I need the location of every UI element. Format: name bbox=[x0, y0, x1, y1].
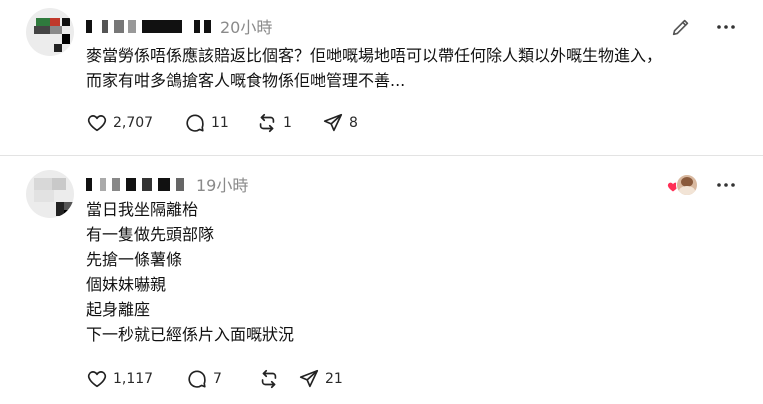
post-header: 20小時 bbox=[86, 14, 272, 38]
share-button[interactable]: 21 bbox=[298, 367, 362, 391]
more-options-button[interactable] bbox=[713, 14, 739, 40]
like-button[interactable]: 2,707 bbox=[86, 111, 184, 135]
heart-icon bbox=[87, 115, 107, 132]
username-redacted[interactable] bbox=[86, 18, 214, 34]
post-time: 20小時 bbox=[220, 18, 273, 37]
liked-by-author-indicator[interactable] bbox=[667, 174, 698, 196]
share-count: 8 bbox=[349, 115, 358, 131]
speech-bubble-icon bbox=[186, 114, 204, 132]
action-bar: 1,117 7 21 bbox=[86, 367, 362, 391]
more-options-button[interactable] bbox=[713, 172, 739, 198]
more-dots-icon bbox=[717, 25, 735, 29]
reply-count: 7 bbox=[213, 371, 222, 387]
speech-bubble-icon bbox=[188, 370, 206, 388]
action-bar: 2,707 11 1 8 bbox=[86, 111, 382, 135]
like-count: 1,117 bbox=[113, 371, 154, 387]
avatar[interactable] bbox=[26, 8, 74, 56]
post-header: 19小時 bbox=[86, 172, 248, 196]
avatar[interactable] bbox=[26, 170, 74, 218]
post-text: 當日我坐隔離枱 有一隻做先頭部隊 先搶一條薯條 個妹妹嚇親 起身離座 下一秒就已… bbox=[86, 200, 295, 344]
reply-button[interactable]: 11 bbox=[184, 111, 256, 135]
repost-count: 1 bbox=[283, 115, 292, 131]
author-avatar-small bbox=[676, 174, 698, 196]
send-icon bbox=[323, 113, 343, 132]
share-button[interactable]: 8 bbox=[322, 111, 382, 135]
pencil-icon bbox=[672, 19, 689, 36]
repost-arrows-icon bbox=[261, 369, 277, 389]
reply-count: 11 bbox=[211, 115, 229, 131]
like-count: 2,707 bbox=[113, 115, 154, 131]
post-text: 麥當勞係唔係應該賠返比個客？佢哋嘅場地唔可以帶任何除人類以外嘅生物進入， 而家有… bbox=[86, 46, 663, 90]
repost-button[interactable] bbox=[258, 367, 298, 391]
more-dots-icon bbox=[717, 183, 735, 187]
repost-button[interactable]: 1 bbox=[256, 111, 322, 135]
edit-button[interactable] bbox=[668, 14, 694, 40]
repost-arrows-icon bbox=[259, 113, 275, 133]
heart-icon bbox=[87, 371, 107, 388]
post-time: 19小時 bbox=[196, 176, 249, 195]
like-button[interactable]: 1,117 bbox=[86, 367, 186, 391]
post: 20小時 麥當勞係唔係應該賠返比個客？佢哋嘅場地唔可以帶任何除人類以外嘅生物進入… bbox=[0, 0, 763, 155]
send-icon bbox=[299, 369, 319, 388]
username-redacted[interactable] bbox=[86, 176, 190, 192]
reply-button[interactable]: 7 bbox=[186, 367, 258, 391]
post: 19小時 當日我坐隔離枱 有一隻做先頭部隊 先搶一條薯條 個妹妹嚇親 起身離座 … bbox=[0, 156, 763, 404]
share-count: 21 bbox=[325, 371, 343, 387]
